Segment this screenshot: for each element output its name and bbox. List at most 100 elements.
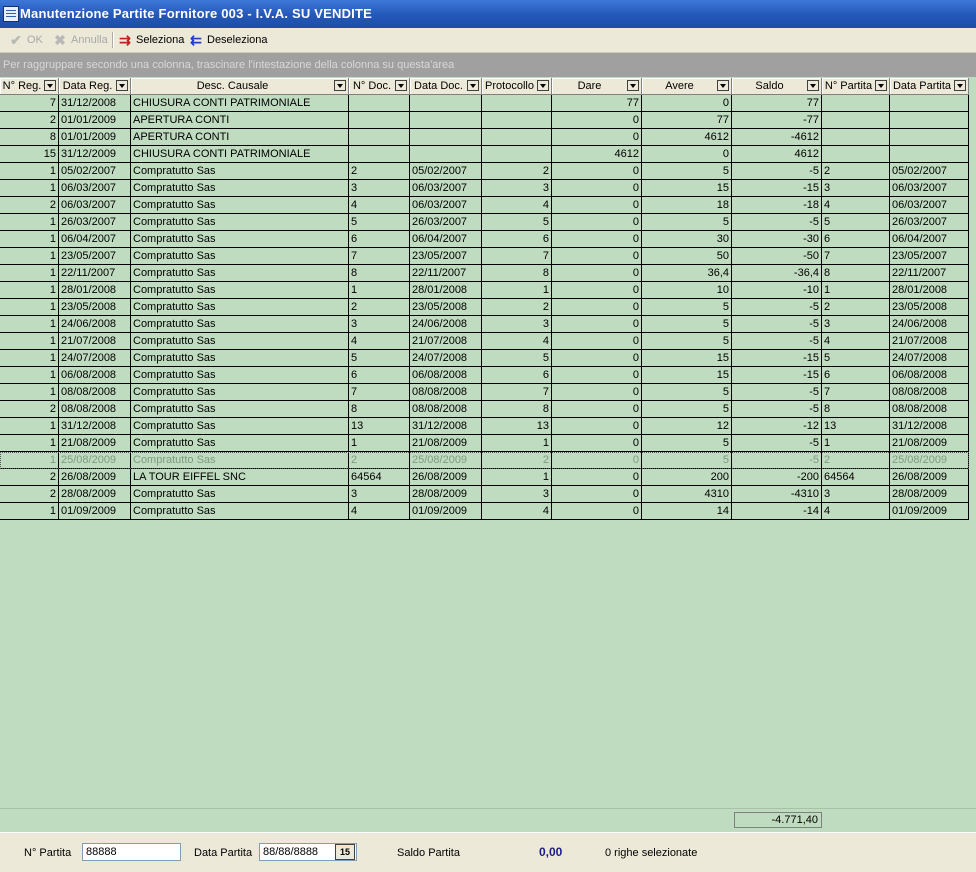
cell-desc-causale[interactable]: Compratutto Sas: [131, 350, 349, 367]
cell-ndoc[interactable]: 6: [349, 231, 410, 248]
cell-saldo[interactable]: -5: [732, 316, 822, 333]
cell-npartita[interactable]: 3: [822, 316, 890, 333]
column-header-data-reg[interactable]: Data Reg.: [59, 78, 131, 95]
cell-saldo[interactable]: -5: [732, 401, 822, 418]
cell-protocollo[interactable]: [482, 146, 552, 163]
column-header-avere[interactable]: Avere: [642, 78, 732, 95]
cell-dare[interactable]: 77: [552, 95, 642, 112]
cell-npartita[interactable]: [822, 112, 890, 129]
cell-dare[interactable]: 0: [552, 367, 642, 384]
cell-desc-causale[interactable]: Compratutto Sas: [131, 333, 349, 350]
cell-nreg[interactable]: 1: [0, 384, 59, 401]
cell-nreg[interactable]: 1: [0, 231, 59, 248]
cell-ndoc[interactable]: 5: [349, 350, 410, 367]
column-header-saldo[interactable]: Saldo: [732, 78, 822, 95]
filter-dropdown-icon[interactable]: [116, 80, 128, 91]
cell-saldo[interactable]: -14: [732, 503, 822, 520]
cell-npartita[interactable]: 1: [822, 435, 890, 452]
cell-saldo[interactable]: -77: [732, 112, 822, 129]
cell-nreg[interactable]: 1: [0, 418, 59, 435]
cell-nreg[interactable]: 15: [0, 146, 59, 163]
cell-data-doc[interactable]: 28/08/2009: [410, 486, 482, 503]
cell-npartita[interactable]: 2: [822, 452, 890, 469]
cell-data-partita[interactable]: 06/04/2007: [890, 231, 969, 248]
cell-protocollo[interactable]: 2: [482, 452, 552, 469]
cell-desc-causale[interactable]: Compratutto Sas: [131, 401, 349, 418]
cell-protocollo[interactable]: [482, 95, 552, 112]
cell-saldo[interactable]: -4310: [732, 486, 822, 503]
cell-avere[interactable]: 5: [642, 214, 732, 231]
cell-data-doc[interactable]: 23/05/2008: [410, 299, 482, 316]
cell-npartita[interactable]: 7: [822, 384, 890, 401]
cell-saldo[interactable]: -10: [732, 282, 822, 299]
cell-data-doc[interactable]: 21/07/2008: [410, 333, 482, 350]
cell-npartita[interactable]: 6: [822, 367, 890, 384]
cell-nreg[interactable]: 2: [0, 197, 59, 214]
cell-saldo[interactable]: -5: [732, 384, 822, 401]
cell-protocollo[interactable]: 3: [482, 180, 552, 197]
cell-avere[interactable]: 12: [642, 418, 732, 435]
filter-dropdown-icon[interactable]: [807, 80, 819, 91]
cell-dare[interactable]: 0: [552, 163, 642, 180]
cell-avere[interactable]: 50: [642, 248, 732, 265]
filter-dropdown-icon[interactable]: [717, 80, 729, 91]
cell-nreg[interactable]: 1: [0, 452, 59, 469]
cell-desc-causale[interactable]: CHIUSURA CONTI PATRIMONIALE: [131, 95, 349, 112]
cell-data-reg[interactable]: 26/08/2009: [59, 469, 131, 486]
cell-desc-causale[interactable]: Compratutto Sas: [131, 384, 349, 401]
cell-dare[interactable]: 0: [552, 384, 642, 401]
cell-saldo[interactable]: -15: [732, 350, 822, 367]
cell-protocollo[interactable]: 3: [482, 316, 552, 333]
cell-data-reg[interactable]: 21/08/2009: [59, 435, 131, 452]
cell-dare[interactable]: 0: [552, 180, 642, 197]
cell-data-reg[interactable]: 28/01/2008: [59, 282, 131, 299]
cell-data-partita[interactable]: [890, 129, 969, 146]
cell-data-partita[interactable]: 28/08/2009: [890, 486, 969, 503]
cell-data-partita[interactable]: 23/05/2008: [890, 299, 969, 316]
cell-desc-causale[interactable]: Compratutto Sas: [131, 282, 349, 299]
cell-protocollo[interactable]: 5: [482, 350, 552, 367]
cell-dare[interactable]: 0: [552, 435, 642, 452]
cell-protocollo[interactable]: 3: [482, 486, 552, 503]
table-row[interactable]: 1 05/02/2007 Compratutto Sas 2 05/02/2007 2 0 5…: [0, 163, 969, 180]
cell-protocollo[interactable]: 2: [482, 163, 552, 180]
cell-saldo[interactable]: -5: [732, 333, 822, 350]
cell-saldo[interactable]: -5: [732, 214, 822, 231]
cell-avere[interactable]: 14: [642, 503, 732, 520]
cell-dare[interactable]: 0: [552, 401, 642, 418]
cell-data-partita[interactable]: 08/08/2008: [890, 401, 969, 418]
cell-avere[interactable]: 18: [642, 197, 732, 214]
cell-data-reg[interactable]: 26/03/2007: [59, 214, 131, 231]
cell-dare[interactable]: 0: [552, 503, 642, 520]
cell-dare[interactable]: 4612: [552, 146, 642, 163]
cell-desc-causale[interactable]: CHIUSURA CONTI PATRIMONIALE: [131, 146, 349, 163]
cell-data-partita[interactable]: 01/09/2009: [890, 503, 969, 520]
filter-dropdown-icon[interactable]: [954, 80, 966, 91]
cell-protocollo[interactable]: 8: [482, 265, 552, 282]
cell-nreg[interactable]: 1: [0, 214, 59, 231]
cell-npartita[interactable]: 64564: [822, 469, 890, 486]
cell-data-partita[interactable]: 25/08/2009: [890, 452, 969, 469]
cell-data-partita[interactable]: 26/03/2007: [890, 214, 969, 231]
filter-dropdown-icon[interactable]: [537, 80, 549, 91]
calendar-button[interactable]: 15: [335, 844, 355, 860]
npartita-input[interactable]: [82, 843, 181, 861]
cell-avere[interactable]: 15: [642, 367, 732, 384]
cell-saldo[interactable]: -5: [732, 163, 822, 180]
filter-dropdown-icon[interactable]: [395, 80, 407, 91]
cell-saldo[interactable]: -5: [732, 435, 822, 452]
cell-protocollo[interactable]: [482, 129, 552, 146]
cell-avere[interactable]: 15: [642, 180, 732, 197]
cell-data-reg[interactable]: 08/08/2008: [59, 401, 131, 418]
cell-dare[interactable]: 0: [552, 333, 642, 350]
cell-data-doc[interactable]: 05/02/2007: [410, 163, 482, 180]
cell-protocollo[interactable]: 4: [482, 333, 552, 350]
cell-ndoc[interactable]: 8: [349, 401, 410, 418]
cell-data-reg[interactable]: 23/05/2007: [59, 248, 131, 265]
cell-data-reg[interactable]: 31/12/2009: [59, 146, 131, 163]
cell-data-partita[interactable]: 05/02/2007: [890, 163, 969, 180]
cell-nreg[interactable]: 1: [0, 180, 59, 197]
cell-protocollo[interactable]: 7: [482, 248, 552, 265]
cell-data-doc[interactable]: 01/09/2009: [410, 503, 482, 520]
table-row[interactable]: 1 24/07/2008 Compratutto Sas 5 24/07/2008 5 0 1…: [0, 350, 969, 367]
